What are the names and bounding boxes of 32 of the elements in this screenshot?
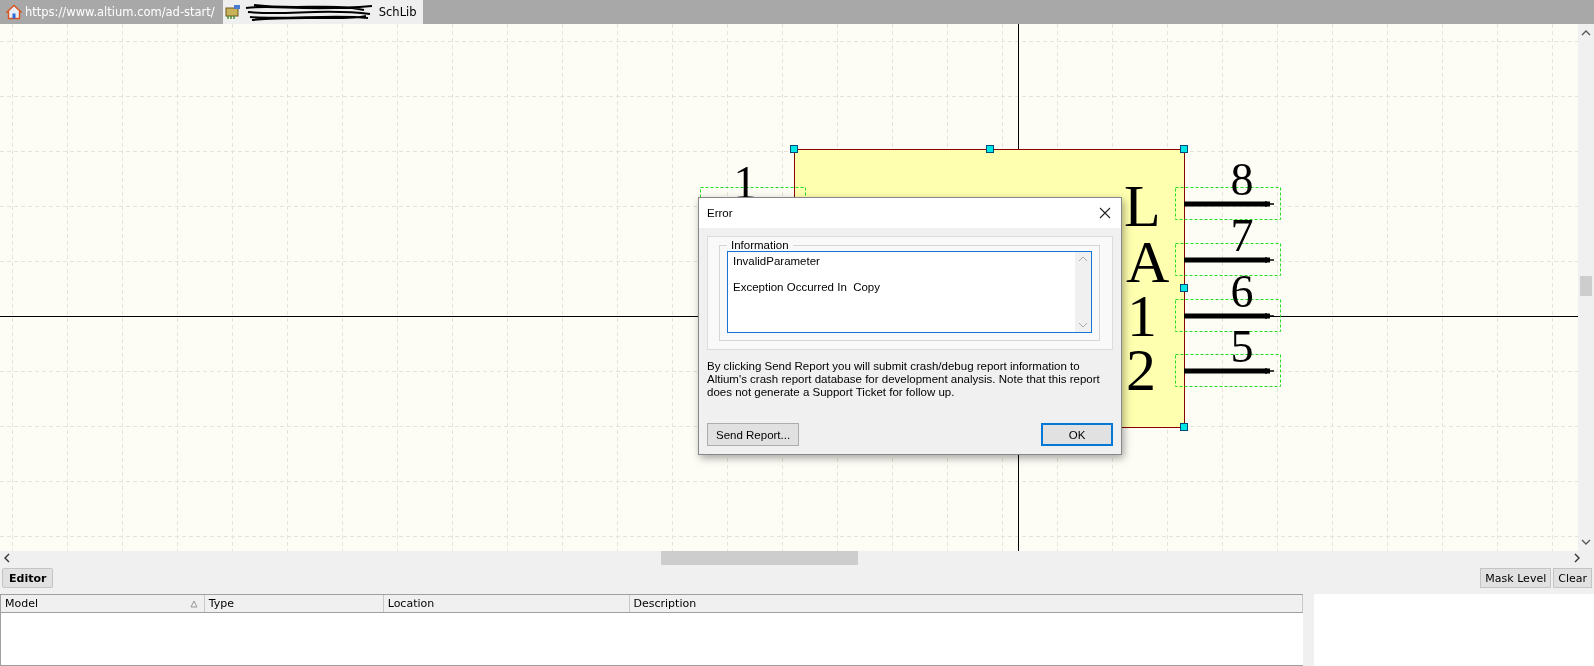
dialog-title: Error [707, 207, 733, 219]
close-icon[interactable] [1099, 207, 1111, 219]
panel-button[interactable]: Mask Level [1480, 568, 1552, 588]
pin-number: 6 [1230, 266, 1254, 317]
details-field[interactable]: InvalidParameter Exception Occurred In Copy [727, 251, 1092, 333]
pin-line[interactable] [1184, 367, 1275, 375]
chip-icon [224, 4, 241, 20]
panel-button[interactable]: Clear [1553, 568, 1592, 588]
pin-number: 7 [1230, 210, 1254, 261]
send-report-button[interactable]: Send Report... [707, 423, 800, 446]
ok-button[interactable]: OK [1041, 423, 1113, 446]
report-message: By clicking Send Report you will submit crash/debug report information to Altium's crash report database for development analysis. Note that this report does not generate a Support Ticket for follow up. [707, 360, 1101, 399]
column-header[interactable]: Model [1, 595, 205, 612]
column-header[interactable]: Description [629, 595, 1303, 612]
group-label: Information [730, 239, 790, 251]
scroll-thumb[interactable] [1580, 276, 1592, 296]
selection-handle[interactable] [986, 145, 994, 153]
pin-line[interactable] [1184, 312, 1275, 320]
editor-tab[interactable]: Editor [2, 568, 54, 588]
selection-handle[interactable] [1180, 423, 1188, 431]
pin-number: 8 [1230, 154, 1254, 205]
column-header[interactable]: Type [204, 595, 384, 612]
pin-line[interactable] [1184, 200, 1275, 208]
selection-handle[interactable] [790, 145, 798, 153]
pin-number: 5 [1230, 321, 1254, 372]
column-header[interactable]: Location [383, 595, 630, 612]
scroll-thumb[interactable] [661, 551, 858, 565]
selection-handle[interactable] [1180, 284, 1188, 292]
selection-handle[interactable] [1180, 145, 1188, 153]
house-icon [6, 4, 22, 20]
document-tab[interactable]: SchLib [222, 0, 423, 24]
pin-line[interactable] [1184, 256, 1275, 264]
